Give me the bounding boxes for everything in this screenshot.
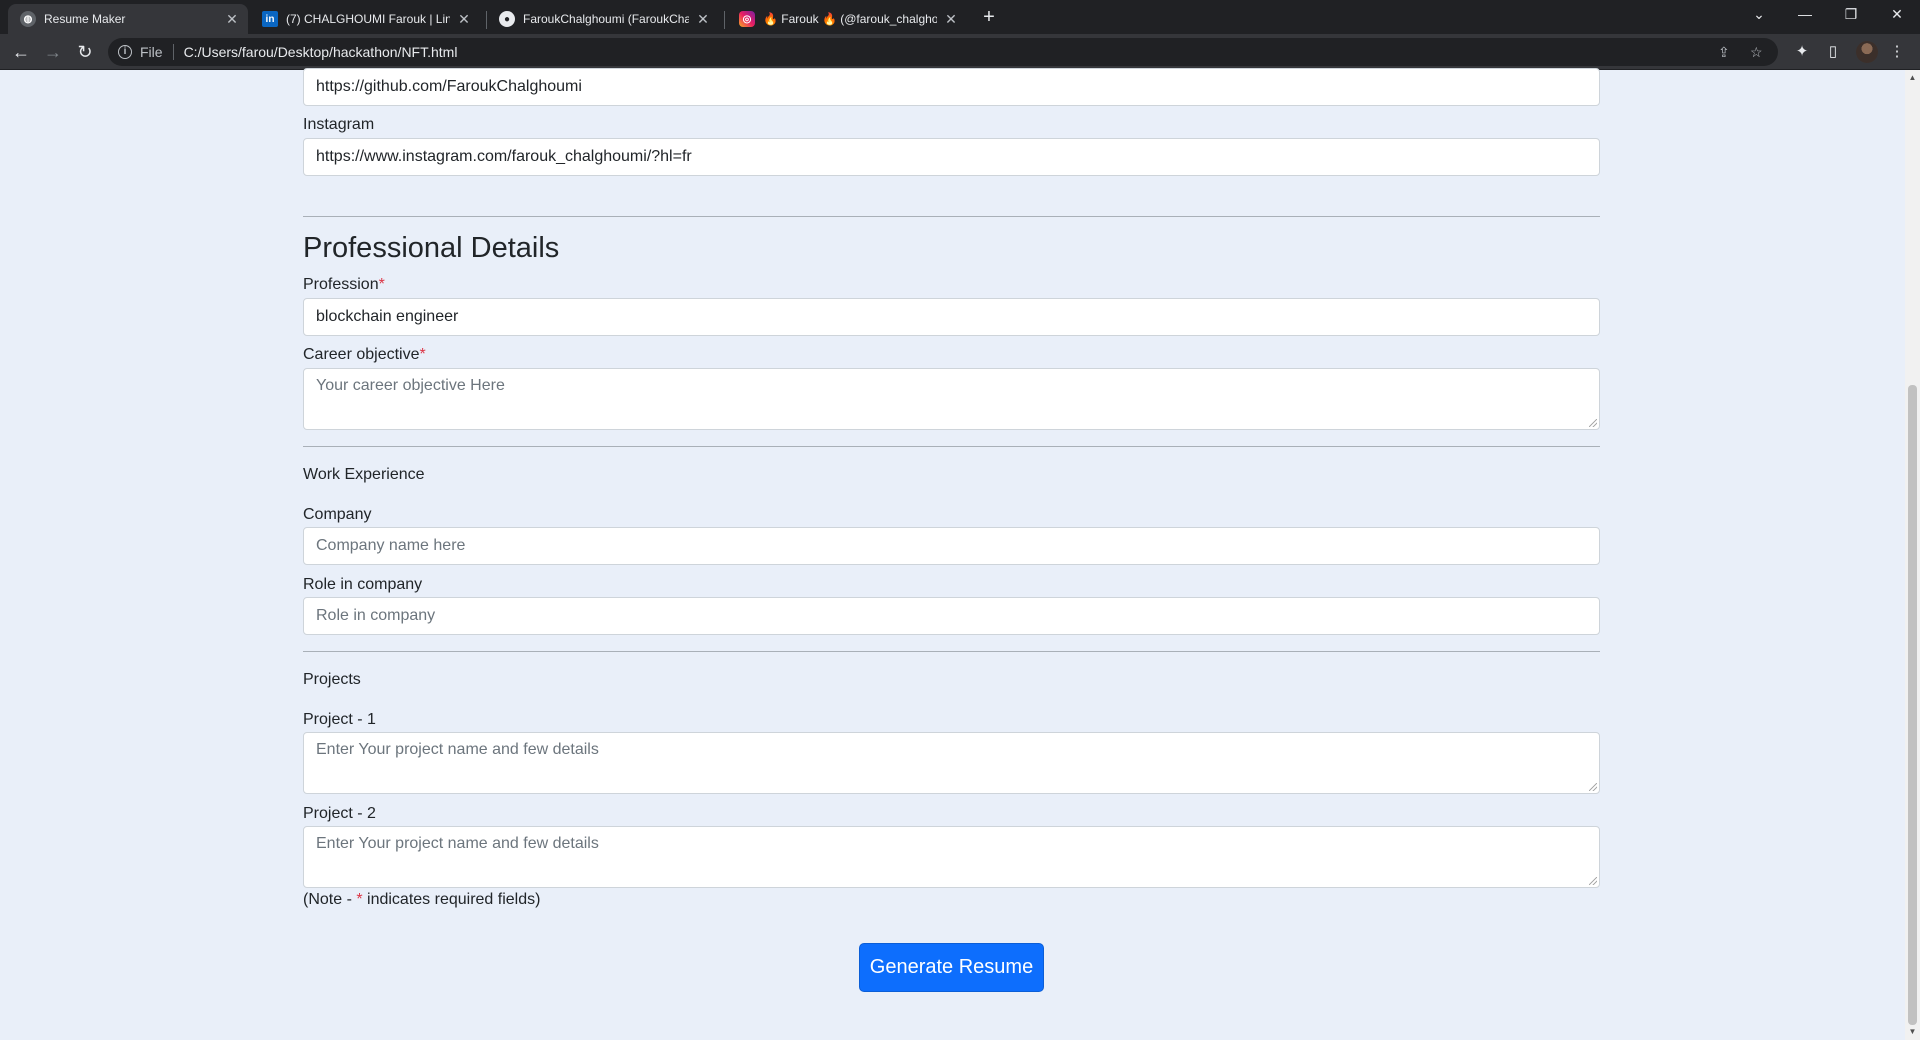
projects-heading: Projects [303, 671, 361, 688]
close-icon[interactable]: ✕ [224, 11, 240, 28]
tab-title: (7) CHALGHOUMI Farouk | LinkedIn [286, 12, 450, 26]
scrollbar-thumb[interactable] [1908, 385, 1917, 1025]
project-1-textarea[interactable]: Enter Your project name and few details [303, 732, 1600, 794]
close-icon[interactable]: ✕ [943, 11, 959, 28]
close-window-button[interactable]: ✕ [1874, 0, 1920, 30]
career-objective-placeholder: Your career objective Here [316, 377, 505, 394]
globe-icon: ◍ [20, 11, 36, 27]
project-2-label: Project - 2 [303, 805, 376, 822]
resize-handle-icon[interactable] [1589, 419, 1597, 427]
generate-resume-button[interactable]: Generate Resume [859, 943, 1044, 992]
tab-separator [724, 11, 725, 29]
tab-github[interactable]: ● FaroukChalghoumi (FaroukChalghoumi) ✕ [487, 4, 719, 34]
linkedin-icon: in [262, 11, 278, 27]
close-icon[interactable]: ✕ [695, 11, 711, 28]
scroll-down-icon[interactable]: ▼ [1908, 1028, 1917, 1036]
new-tab-button[interactable]: + [977, 6, 1001, 30]
career-objective-textarea[interactable]: Your career objective Here [303, 368, 1600, 430]
tab-resume-maker[interactable]: ◍ Resume Maker ✕ [8, 4, 248, 34]
address-bar[interactable]: i File C:/Users/farou/Desktop/hackathon/… [108, 38, 1778, 66]
reload-icon[interactable]: ↻ [73, 40, 97, 64]
github-icon: ● [499, 11, 515, 27]
profession-label-text: Profession [303, 276, 379, 293]
tab-title: 🔥 Farouk 🔥 (@farouk_chalghoumi) [763, 12, 937, 26]
share-icon[interactable]: ⇪ [1718, 38, 1730, 66]
scroll-up-icon[interactable]: ▲ [1908, 74, 1917, 82]
company-field[interactable]: Company name here [303, 527, 1600, 565]
instagram-field[interactable]: https://www.instagram.com/farouk_chalgho… [303, 138, 1600, 176]
instagram-label: Instagram [303, 116, 375, 133]
close-icon[interactable]: ✕ [456, 11, 472, 28]
resize-handle-icon[interactable] [1589, 783, 1597, 791]
menu-icon[interactable]: ⋮ [1888, 43, 1906, 61]
required-fields-note: (Note - * indicates required fields) [303, 891, 540, 909]
profession-field[interactable]: blockchain engineer [303, 298, 1600, 336]
section-divider [303, 651, 1600, 652]
note-prefix: (Note - [303, 891, 357, 908]
avatar[interactable] [1856, 41, 1878, 63]
required-mark: * [419, 346, 426, 363]
company-label: Company [303, 506, 372, 523]
info-icon[interactable]: i [118, 45, 132, 59]
back-icon[interactable]: ← [9, 40, 33, 64]
tab-title: Resume Maker [44, 12, 126, 26]
instagram-icon: ◎ [739, 11, 755, 27]
github-field[interactable]: https://github.com/FaroukChalghoumi [303, 68, 1600, 106]
tab-search-icon[interactable]: ⌄ [1736, 0, 1782, 30]
section-divider [303, 216, 1600, 217]
project-1-placeholder: Enter Your project name and few details [316, 741, 599, 758]
forward-icon[interactable]: → [41, 40, 65, 64]
note-suffix: indicates required fields) [362, 891, 541, 908]
role-field[interactable]: Role in company [303, 597, 1600, 635]
side-panel-icon[interactable]: ▯ [1824, 43, 1842, 61]
profession-label: Profession* [303, 276, 385, 294]
career-objective-label-text: Career objective [303, 346, 420, 363]
address-url: C:/Users/farou/Desktop/hackathon/NFT.htm… [183, 44, 458, 60]
required-mark: * [378, 276, 385, 293]
tab-title: FaroukChalghoumi (FaroukChalghoumi) [523, 12, 689, 26]
extensions-icon[interactable]: ✦ [1793, 43, 1811, 61]
address-scheme: File [140, 44, 174, 60]
minimize-button[interactable]: — [1782, 0, 1828, 30]
tab-linkedin[interactable]: in (7) CHALGHOUMI Farouk | LinkedIn ✕ [250, 4, 480, 34]
resize-handle-icon[interactable] [1589, 877, 1597, 885]
career-objective-label: Career objective* [303, 346, 426, 364]
project-2-textarea[interactable]: Enter Your project name and few details [303, 826, 1600, 888]
professional-details-heading: Professional Details [303, 232, 560, 264]
bookmark-star-icon[interactable]: ☆ [1750, 38, 1763, 66]
browser-tab-strip: ◍ Resume Maker ✕ in (7) CHALGHOUMI Farou… [0, 0, 1920, 34]
role-label: Role in company [303, 576, 423, 593]
page-scrollbar[interactable]: ▲ ▼ [1905, 70, 1920, 1040]
restore-button[interactable]: ❐ [1828, 0, 1874, 30]
work-experience-heading: Work Experience [303, 466, 425, 483]
project-1-label: Project - 1 [303, 711, 376, 728]
project-2-placeholder: Enter Your project name and few details [316, 835, 599, 852]
section-divider [303, 446, 1600, 447]
browser-toolbar: ← → ↻ i File C:/Users/farou/Desktop/hack… [0, 34, 1920, 70]
tab-instagram[interactable]: ◎ 🔥 Farouk 🔥 (@farouk_chalghoumi) ✕ [727, 4, 967, 34]
